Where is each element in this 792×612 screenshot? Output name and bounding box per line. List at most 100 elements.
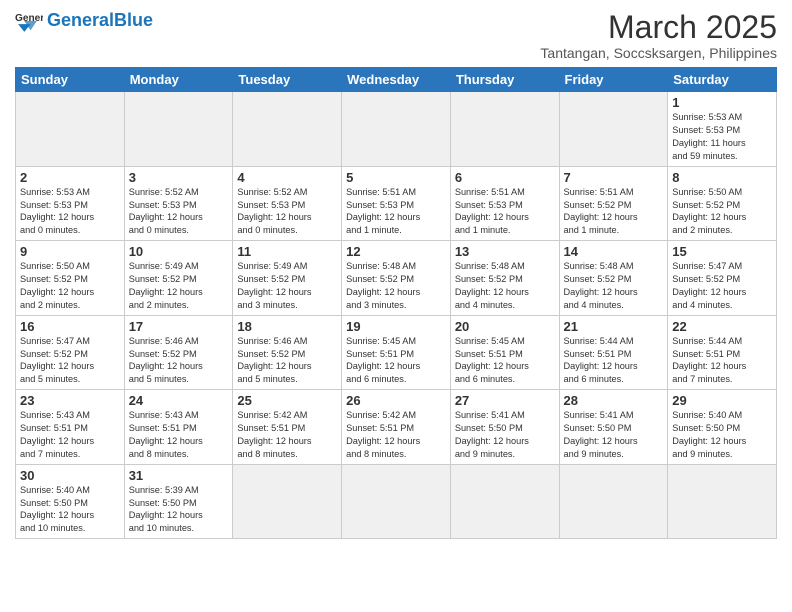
col-saturday: Saturday [668, 68, 777, 92]
logo-general: General [47, 10, 114, 30]
day-number: 2 [20, 170, 120, 185]
day-number: 29 [672, 393, 772, 408]
day-number: 6 [455, 170, 555, 185]
day-info: Sunrise: 5:43 AM Sunset: 5:51 PM Dayligh… [129, 409, 229, 461]
day-info: Sunrise: 5:51 AM Sunset: 5:53 PM Dayligh… [346, 186, 446, 238]
calendar-day: 9Sunrise: 5:50 AM Sunset: 5:52 PM Daylig… [16, 241, 125, 316]
day-info: Sunrise: 5:50 AM Sunset: 5:52 PM Dayligh… [672, 186, 772, 238]
calendar-day [342, 464, 451, 539]
calendar-day [342, 92, 451, 167]
page: General GeneralBlue March 2025 Tantangan… [0, 0, 792, 549]
calendar-day: 5Sunrise: 5:51 AM Sunset: 5:53 PM Daylig… [342, 166, 451, 241]
calendar-day: 16Sunrise: 5:47 AM Sunset: 5:52 PM Dayli… [16, 315, 125, 390]
day-info: Sunrise: 5:46 AM Sunset: 5:52 PM Dayligh… [129, 335, 229, 387]
day-info: Sunrise: 5:50 AM Sunset: 5:52 PM Dayligh… [20, 260, 120, 312]
col-monday: Monday [124, 68, 233, 92]
day-number: 5 [346, 170, 446, 185]
day-info: Sunrise: 5:39 AM Sunset: 5:50 PM Dayligh… [129, 484, 229, 536]
calendar-body: 1Sunrise: 5:53 AM Sunset: 5:53 PM Daylig… [16, 92, 777, 539]
calendar-day [16, 92, 125, 167]
day-number: 10 [129, 244, 229, 259]
day-number: 30 [20, 468, 120, 483]
day-number: 18 [237, 319, 337, 334]
day-number: 9 [20, 244, 120, 259]
day-info: Sunrise: 5:46 AM Sunset: 5:52 PM Dayligh… [237, 335, 337, 387]
calendar-week-2: 2Sunrise: 5:53 AM Sunset: 5:53 PM Daylig… [16, 166, 777, 241]
calendar-day: 17Sunrise: 5:46 AM Sunset: 5:52 PM Dayli… [124, 315, 233, 390]
calendar-day: 22Sunrise: 5:44 AM Sunset: 5:51 PM Dayli… [668, 315, 777, 390]
calendar-day [668, 464, 777, 539]
calendar-day: 10Sunrise: 5:49 AM Sunset: 5:52 PM Dayli… [124, 241, 233, 316]
calendar-week-1: 1Sunrise: 5:53 AM Sunset: 5:53 PM Daylig… [16, 92, 777, 167]
calendar-week-4: 16Sunrise: 5:47 AM Sunset: 5:52 PM Dayli… [16, 315, 777, 390]
col-friday: Friday [559, 68, 668, 92]
day-info: Sunrise: 5:52 AM Sunset: 5:53 PM Dayligh… [237, 186, 337, 238]
calendar-day: 20Sunrise: 5:45 AM Sunset: 5:51 PM Dayli… [450, 315, 559, 390]
day-number: 12 [346, 244, 446, 259]
calendar-day: 15Sunrise: 5:47 AM Sunset: 5:52 PM Dayli… [668, 241, 777, 316]
day-number: 22 [672, 319, 772, 334]
calendar-week-3: 9Sunrise: 5:50 AM Sunset: 5:52 PM Daylig… [16, 241, 777, 316]
calendar-day [233, 92, 342, 167]
day-number: 19 [346, 319, 446, 334]
day-info: Sunrise: 5:48 AM Sunset: 5:52 PM Dayligh… [455, 260, 555, 312]
day-info: Sunrise: 5:45 AM Sunset: 5:51 PM Dayligh… [455, 335, 555, 387]
day-number: 28 [564, 393, 664, 408]
calendar-day: 24Sunrise: 5:43 AM Sunset: 5:51 PM Dayli… [124, 390, 233, 465]
day-info: Sunrise: 5:42 AM Sunset: 5:51 PM Dayligh… [237, 409, 337, 461]
day-number: 25 [237, 393, 337, 408]
calendar-day: 14Sunrise: 5:48 AM Sunset: 5:52 PM Dayli… [559, 241, 668, 316]
day-info: Sunrise: 5:52 AM Sunset: 5:53 PM Dayligh… [129, 186, 229, 238]
calendar-day: 2Sunrise: 5:53 AM Sunset: 5:53 PM Daylig… [16, 166, 125, 241]
calendar-header: Sunday Monday Tuesday Wednesday Thursday… [16, 68, 777, 92]
day-info: Sunrise: 5:44 AM Sunset: 5:51 PM Dayligh… [672, 335, 772, 387]
day-info: Sunrise: 5:49 AM Sunset: 5:52 PM Dayligh… [129, 260, 229, 312]
day-info: Sunrise: 5:48 AM Sunset: 5:52 PM Dayligh… [564, 260, 664, 312]
main-title: March 2025 [540, 10, 777, 45]
calendar-table: Sunday Monday Tuesday Wednesday Thursday… [15, 67, 777, 539]
day-info: Sunrise: 5:47 AM Sunset: 5:52 PM Dayligh… [20, 335, 120, 387]
calendar-day: 26Sunrise: 5:42 AM Sunset: 5:51 PM Dayli… [342, 390, 451, 465]
title-block: March 2025 Tantangan, Soccsksargen, Phil… [540, 10, 777, 61]
calendar-day [450, 92, 559, 167]
calendar-day: 25Sunrise: 5:42 AM Sunset: 5:51 PM Dayli… [233, 390, 342, 465]
day-number: 26 [346, 393, 446, 408]
calendar-day: 19Sunrise: 5:45 AM Sunset: 5:51 PM Dayli… [342, 315, 451, 390]
calendar-day: 8Sunrise: 5:50 AM Sunset: 5:52 PM Daylig… [668, 166, 777, 241]
day-number: 7 [564, 170, 664, 185]
calendar-day: 30Sunrise: 5:40 AM Sunset: 5:50 PM Dayli… [16, 464, 125, 539]
col-wednesday: Wednesday [342, 68, 451, 92]
day-number: 1 [672, 95, 772, 110]
day-number: 27 [455, 393, 555, 408]
day-info: Sunrise: 5:43 AM Sunset: 5:51 PM Dayligh… [20, 409, 120, 461]
day-info: Sunrise: 5:45 AM Sunset: 5:51 PM Dayligh… [346, 335, 446, 387]
day-number: 14 [564, 244, 664, 259]
day-info: Sunrise: 5:40 AM Sunset: 5:50 PM Dayligh… [672, 409, 772, 461]
calendar-day: 11Sunrise: 5:49 AM Sunset: 5:52 PM Dayli… [233, 241, 342, 316]
day-info: Sunrise: 5:51 AM Sunset: 5:53 PM Dayligh… [455, 186, 555, 238]
header: General GeneralBlue March 2025 Tantangan… [15, 10, 777, 61]
day-number: 16 [20, 319, 120, 334]
calendar-day: 12Sunrise: 5:48 AM Sunset: 5:52 PM Dayli… [342, 241, 451, 316]
day-info: Sunrise: 5:53 AM Sunset: 5:53 PM Dayligh… [672, 111, 772, 163]
calendar-day: 1Sunrise: 5:53 AM Sunset: 5:53 PM Daylig… [668, 92, 777, 167]
day-number: 13 [455, 244, 555, 259]
calendar-day: 31Sunrise: 5:39 AM Sunset: 5:50 PM Dayli… [124, 464, 233, 539]
calendar-day: 13Sunrise: 5:48 AM Sunset: 5:52 PM Dayli… [450, 241, 559, 316]
calendar-day: 27Sunrise: 5:41 AM Sunset: 5:50 PM Dayli… [450, 390, 559, 465]
col-tuesday: Tuesday [233, 68, 342, 92]
day-number: 24 [129, 393, 229, 408]
day-info: Sunrise: 5:51 AM Sunset: 5:52 PM Dayligh… [564, 186, 664, 238]
day-number: 20 [455, 319, 555, 334]
calendar-day: 28Sunrise: 5:41 AM Sunset: 5:50 PM Dayli… [559, 390, 668, 465]
calendar-day [559, 464, 668, 539]
calendar-day [233, 464, 342, 539]
calendar-day: 18Sunrise: 5:46 AM Sunset: 5:52 PM Dayli… [233, 315, 342, 390]
calendar-week-5: 23Sunrise: 5:43 AM Sunset: 5:51 PM Dayli… [16, 390, 777, 465]
calendar-day: 7Sunrise: 5:51 AM Sunset: 5:52 PM Daylig… [559, 166, 668, 241]
calendar-day: 29Sunrise: 5:40 AM Sunset: 5:50 PM Dayli… [668, 390, 777, 465]
logo-blue: Blue [114, 10, 153, 30]
day-info: Sunrise: 5:41 AM Sunset: 5:50 PM Dayligh… [455, 409, 555, 461]
days-of-week-row: Sunday Monday Tuesday Wednesday Thursday… [16, 68, 777, 92]
day-info: Sunrise: 5:44 AM Sunset: 5:51 PM Dayligh… [564, 335, 664, 387]
